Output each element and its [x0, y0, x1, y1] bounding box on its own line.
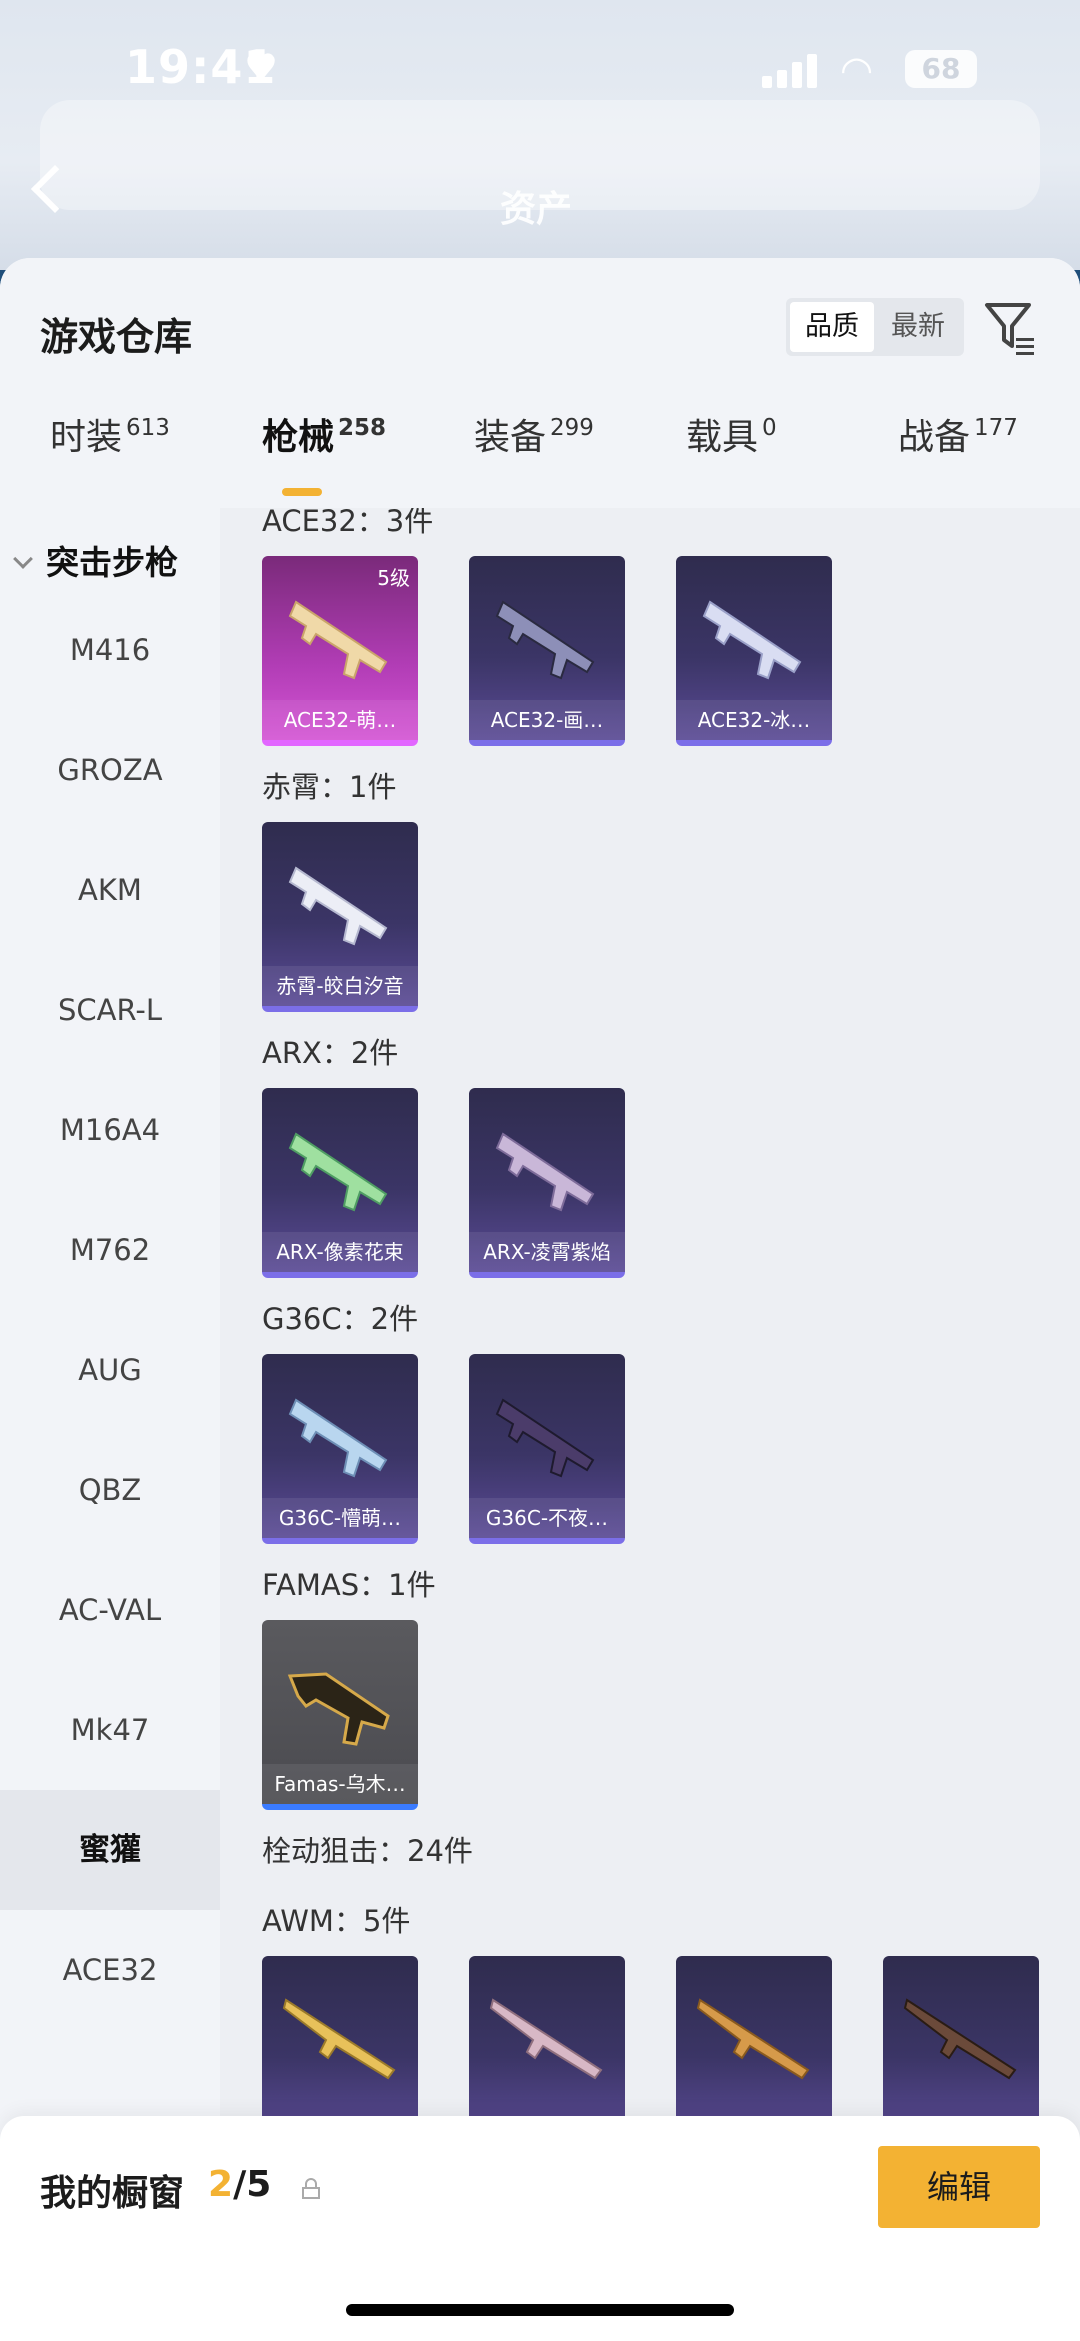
section-heading: ARX：2件 [262, 1036, 399, 1070]
sniper-rifle-icon [282, 1998, 396, 2080]
weapon-card-caption: ACE32-画… [469, 700, 625, 740]
wifi-icon: ◠ [840, 48, 874, 92]
weapon-card-caption: Famas-乌木… [262, 1764, 418, 1804]
weapon-card[interactable]: G36C-懵萌… [262, 1354, 418, 1544]
weapon-card[interactable]: 赤霄-皎白汐音 [262, 822, 418, 1012]
weapon-card[interactable]: ACE32-画… [469, 556, 625, 746]
sidebar-item-ace32[interactable]: ACE32 [0, 1910, 220, 2030]
sidebar-item-mk47[interactable]: Mk47 [0, 1670, 220, 1790]
weapon-card-caption: G36C-懵萌… [262, 1498, 418, 1538]
showcase-label: 我的橱窗 [40, 2173, 185, 2214]
rifle-icon [702, 600, 802, 680]
weapon-sidebar: 突击步枪 M416 GROZA AKM SCAR-L M16A4 M762 AU… [0, 508, 220, 2341]
home-indicator[interactable] [346, 2304, 734, 2316]
rifle-icon [288, 600, 388, 680]
tab-vehicles[interactable]: 载具 0 [686, 408, 777, 460]
chevron-down-icon [13, 549, 33, 569]
rifle-icon [495, 600, 595, 680]
rifle-icon [495, 1132, 595, 1212]
battery-icon: 68 [905, 50, 977, 88]
rifle-icon [288, 1132, 388, 1212]
sidebar-item-qbz[interactable]: QBZ [0, 1430, 220, 1550]
warehouse-sheet: 游戏仓库 品质 最新 时装 613 枪械 258 装备 299 载具 0 战备 177 突… [0, 258, 1080, 2341]
sidebar-item-m762[interactable]: M762 [0, 1190, 220, 1310]
sniper-rifle-icon [903, 1998, 1017, 2080]
lock-icon [302, 2178, 320, 2199]
sidebar-group-assault-rifles[interactable]: 突击步枪 [13, 536, 178, 584]
sidebar-item-scar-l[interactable]: SCAR-L [0, 950, 220, 1070]
rifle-icon [495, 1398, 595, 1478]
section-heading: 赤霄：1件 [262, 770, 397, 804]
category-tabs: 时装 613 枪械 258 装备 299 载具 0 战备 177 [0, 408, 1080, 488]
weapon-card-caption: 赤霄-皎白汐音 [262, 966, 418, 1006]
weapon-card-caption: ARX-凌霄紫焰 [469, 1232, 625, 1272]
weapon-grid: ACE32：3件 5级 ACE32-萌… ACE32-画… ACE32-冰… 赤… [220, 508, 1080, 2338]
tab-outfits[interactable]: 时装 613 [50, 408, 170, 460]
sort-newest-button[interactable]: 最新 [876, 302, 960, 352]
sidebar-item-akm[interactable]: AKM [0, 830, 220, 950]
active-tab-indicator [282, 488, 322, 496]
sort-quality-button[interactable]: 品质 [790, 302, 874, 352]
rifle-icon [287, 1672, 390, 1746]
sidebar-item-ac-val[interactable]: AC-VAL [0, 1550, 220, 1670]
section-heading: ACE32：3件 [262, 508, 434, 538]
sidebar-item-aug[interactable]: AUG [0, 1310, 220, 1430]
sniper-rifle-icon [696, 1998, 810, 2080]
weapon-card-caption: ACE32-冰… [676, 700, 832, 740]
signal-icon [762, 52, 818, 88]
tab-guns[interactable]: 枪械 258 [262, 408, 386, 460]
sniper-rifle-icon [489, 1998, 603, 2080]
weapon-card[interactable]: G36C-不夜… [469, 1354, 625, 1544]
background-title: 资产 [500, 189, 573, 230]
section-heading: FAMAS：1件 [262, 1568, 436, 1602]
weapon-card[interactable]: 5级 ACE32-萌… [262, 556, 418, 746]
status-bar: 19:41 ♥ ◠ 68 [0, 40, 1080, 110]
rifle-icon [288, 1398, 388, 1478]
weapon-card-caption: G36C-不夜… [469, 1498, 625, 1538]
sheet-title: 游戏仓库 [40, 315, 193, 359]
weapon-card[interactable]: ARX-凌霄紫焰 [469, 1088, 625, 1278]
weapon-card[interactable]: ARX-像素花束 [262, 1088, 418, 1278]
sidebar-item-groza[interactable]: GROZA [0, 710, 220, 830]
section-heading: 栓动狙击：24件 [262, 1834, 473, 1868]
weapon-card-caption: ARX-像素花束 [262, 1232, 418, 1272]
showcase-count: 2/5 [208, 2164, 272, 2205]
weapon-card[interactable]: ACE32-冰… [676, 556, 832, 746]
filter-icon[interactable] [984, 300, 1036, 356]
sidebar-item-m416[interactable]: M416 [0, 590, 220, 710]
rifle-icon [288, 866, 388, 946]
sidebar-item-m16a4[interactable]: M16A4 [0, 1070, 220, 1190]
section-heading: G36C：2件 [262, 1302, 419, 1336]
weapon-card-caption: ACE32-萌… [262, 700, 418, 740]
tab-equipment[interactable]: 装备 299 [474, 408, 594, 460]
edit-button[interactable]: 编辑 [878, 2146, 1040, 2228]
sheet-header: 游戏仓库 品质 最新 时装 613 枪械 258 装备 299 载具 0 战备 177 [0, 258, 1080, 508]
sort-toggle: 品质 最新 [786, 298, 964, 356]
section-heading: AWM：5件 [262, 1904, 411, 1938]
weapon-card[interactable]: Famas-乌木… [262, 1620, 418, 1810]
sidebar-item-honey-badger[interactable]: 蜜獾 [0, 1790, 220, 1910]
tab-supplies[interactable]: 战备 177 [898, 408, 1018, 460]
heart-icon: ♥ [244, 46, 279, 90]
